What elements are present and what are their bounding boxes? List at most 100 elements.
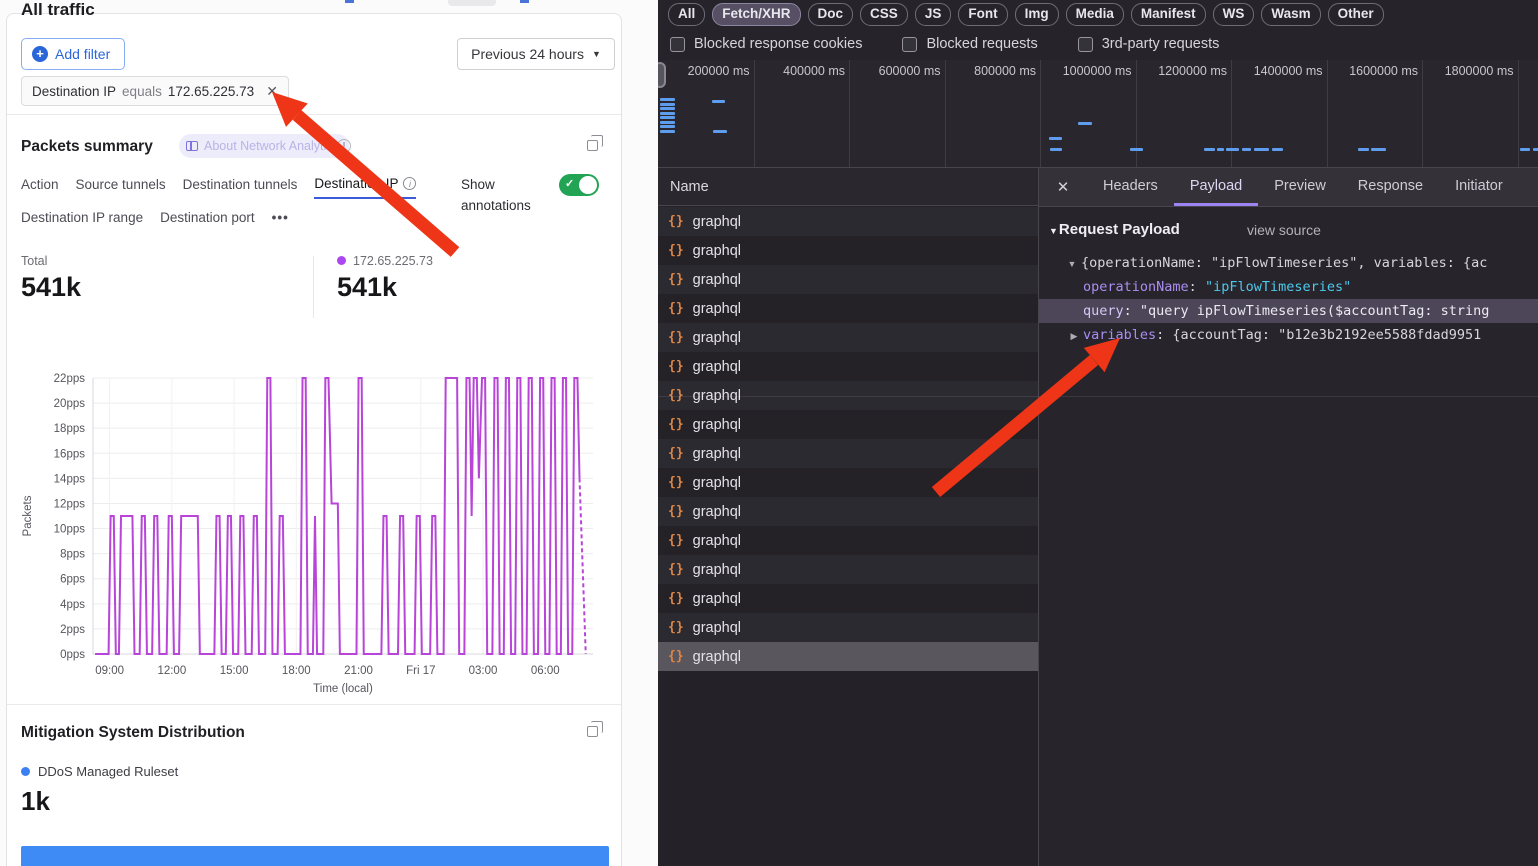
json-request-icon: {} <box>668 272 684 287</box>
divider <box>313 256 314 318</box>
request-row[interactable]: {}graphql <box>658 439 1038 468</box>
ruler-label: 2000000 ms <box>1518 64 1538 80</box>
expanded-twisty-icon[interactable]: ▼ <box>1063 252 1081 275</box>
about-network-analytics-badge[interactable]: About Network Analytics <box>179 134 349 158</box>
checkbox-blocked-requests[interactable]: Blocked requests <box>902 36 1037 52</box>
filter-pill-ws[interactable]: WS <box>1213 3 1255 26</box>
filter-pill-all[interactable]: All <box>668 3 705 26</box>
tab-destination-ip[interactable]: Destination IPi <box>314 176 416 199</box>
show-annotations-toggle[interactable]: ✓ <box>559 174 599 196</box>
request-row[interactable]: {}graphql <box>658 526 1038 555</box>
filter-pill-fetch-xhr[interactable]: Fetch/XHR <box>712 3 800 26</box>
waterfall-request-mark <box>660 121 675 124</box>
clipped-top-element <box>345 0 354 3</box>
detail-tab-response[interactable]: Response <box>1342 168 1439 206</box>
svg-text:12pps: 12pps <box>54 498 86 510</box>
payload-tree-row[interactable]: ▶variables: {accountTag: "b12e3b2192ee55… <box>1039 323 1538 347</box>
collapse-icon[interactable]: ▼ <box>1049 226 1058 236</box>
request-row[interactable]: {}graphql <box>658 555 1038 584</box>
request-row[interactable]: {}graphql <box>658 584 1038 613</box>
expand-panel-icon[interactable] <box>587 726 598 737</box>
legend-dot <box>21 767 30 776</box>
request-row[interactable]: {}graphql <box>658 236 1038 265</box>
filter-pill-media[interactable]: Media <box>1066 3 1124 26</box>
checkbox-blocked-response-cookies[interactable]: Blocked response cookies <box>670 36 862 52</box>
tab-action[interactable]: Action <box>21 176 59 199</box>
filter-pill-css[interactable]: CSS <box>860 3 908 26</box>
svg-text:2pps: 2pps <box>60 624 85 636</box>
book-icon <box>186 141 198 151</box>
detail-tab-initiator[interactable]: Initiator <box>1439 168 1519 206</box>
svg-text:20pps: 20pps <box>54 398 86 410</box>
request-row[interactable]: {}graphql <box>658 323 1038 352</box>
tab-destination-port[interactable]: Destination port <box>160 210 255 231</box>
request-payload-header[interactable]: ▼Request Payload <box>1049 221 1180 238</box>
tab-destination-ip-range[interactable]: Destination IP range <box>21 210 143 231</box>
waterfall-request-mark <box>1078 122 1092 125</box>
tab-destination-tunnels[interactable]: Destination tunnels <box>183 176 298 199</box>
payload-tree-row[interactable]: operationName: "ipFlowTimeseries" <box>1039 275 1538 299</box>
divider <box>7 114 621 115</box>
request-row[interactable]: {}graphql <box>658 468 1038 497</box>
time-range-dropdown[interactable]: Previous 24 hours ▼ <box>457 38 615 70</box>
filter-pill-img[interactable]: Img <box>1015 3 1059 26</box>
close-icon[interactable]: ✕ <box>1039 168 1087 206</box>
request-row[interactable]: {}graphql <box>658 207 1038 236</box>
detail-tab-payload[interactable]: Payload <box>1174 168 1258 206</box>
svg-text:Time (local): Time (local) <box>313 683 373 695</box>
payload-tree-row[interactable]: query: "query ipFlowTimeseries($accountT… <box>1039 299 1538 323</box>
payload-tree-row[interactable]: ▼{operationName: "ipFlowTimeseries", var… <box>1039 251 1538 275</box>
request-row[interactable]: {}graphql <box>658 352 1038 381</box>
checkbox-icon[interactable] <box>1078 37 1093 52</box>
request-row[interactable]: {}graphql <box>658 410 1038 439</box>
name-column-header[interactable]: Name <box>658 168 1038 206</box>
remove-filter-icon[interactable]: ✕ <box>266 83 278 100</box>
request-type-filters: All Fetch/XHR Doc CSS JS Font Img Media Manifest… <box>668 3 1384 26</box>
packets-summary-title: Packets summary <box>21 138 153 156</box>
detail-tab-bar: ✕ HeadersPayloadPreviewResponseInitiator <box>1039 168 1538 207</box>
filter-pill-other[interactable]: Other <box>1328 3 1384 26</box>
plus-icon: + <box>32 46 48 62</box>
request-row[interactable]: {}graphql <box>658 497 1038 526</box>
json-request-icon: {} <box>668 417 684 432</box>
view-source-link[interactable]: view source <box>1247 222 1321 238</box>
expand-panel-icon[interactable] <box>587 140 598 151</box>
detail-tab-headers[interactable]: Headers <box>1087 168 1174 206</box>
waterfall-request-mark <box>713 130 727 133</box>
tab--[interactable]: ••• <box>272 210 289 231</box>
request-row[interactable]: {}graphql <box>658 613 1038 642</box>
detail-tab-preview[interactable]: Preview <box>1258 168 1342 206</box>
ruler-label: 1000000 ms <box>1040 64 1132 80</box>
filter-chip[interactable]: Destination IP equals 172.65.225.73 ✕ <box>21 76 289 106</box>
request-row[interactable]: {}graphql <box>658 294 1038 323</box>
waterfall-request-mark <box>1217 148 1224 151</box>
filter-pill-font[interactable]: Font <box>958 3 1007 26</box>
ruler-label: 1400000 ms <box>1231 64 1323 80</box>
svg-text:18:00: 18:00 <box>282 665 311 677</box>
request-row[interactable]: {}graphql <box>658 642 1038 671</box>
network-overview-timeline[interactable]: 200000 ms400000 ms600000 ms800000 ms1000… <box>658 60 1538 168</box>
checkbox-icon[interactable] <box>902 37 917 52</box>
json-request-icon: {} <box>668 330 684 345</box>
filter-pill-manifest[interactable]: Manifest <box>1131 3 1206 26</box>
svg-text:10pps: 10pps <box>54 524 86 536</box>
request-row[interactable]: {}graphql <box>658 265 1038 294</box>
json-request-icon: {} <box>668 591 684 606</box>
filter-pill-doc[interactable]: Doc <box>808 3 854 26</box>
checkbox-icon[interactable] <box>670 37 685 52</box>
checkbox-3rd-party-requests[interactable]: 3rd-party requests <box>1078 36 1220 52</box>
waterfall-request-mark <box>660 130 675 133</box>
waterfall-request-mark <box>1050 148 1062 151</box>
filter-pill-js[interactable]: JS <box>915 3 952 26</box>
waterfall-request-mark <box>1226 148 1239 151</box>
svg-text:8pps: 8pps <box>60 549 85 561</box>
filter-pill-wasm[interactable]: Wasm <box>1261 3 1320 26</box>
waterfall-request-mark <box>660 112 675 115</box>
add-filter-button[interactable]: + Add filter <box>21 38 125 70</box>
ruler-label: 1200000 ms <box>1136 64 1228 80</box>
analytics-card: All traffic + Add filter Previous 24 hou… <box>6 13 622 866</box>
tab-source-tunnels[interactable]: Source tunnels <box>76 176 166 199</box>
waterfall-request-mark <box>660 98 675 101</box>
svg-text:0pps: 0pps <box>60 649 85 661</box>
collapsed-twisty-icon[interactable]: ▶ <box>1065 324 1083 347</box>
